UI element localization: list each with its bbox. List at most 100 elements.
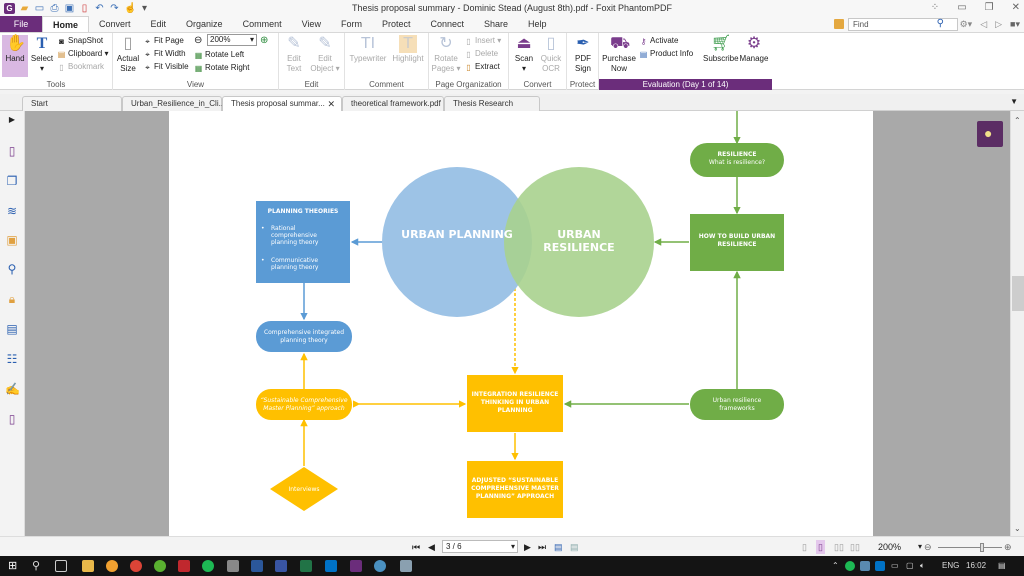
word-icon[interactable] [251, 560, 263, 572]
foxit-taskbar-icon[interactable] [350, 560, 362, 572]
rotate-right-button[interactable]: ▦ Rotate Right [194, 62, 250, 73]
forward-arrow-icon[interactable]: ▷ [995, 19, 1002, 30]
rotate-left-button[interactable]: ▦ Rotate Left [194, 49, 244, 60]
zoom-in-icon[interactable]: ⊕ [1004, 540, 1012, 554]
scroll-down-icon[interactable]: ⌄ [1014, 524, 1021, 533]
scan-button[interactable]: ⏏ Scan ▾ [511, 35, 537, 74]
tab-help[interactable]: Help [518, 16, 557, 32]
battery-icon[interactable]: ▭ [891, 560, 899, 572]
globe-icon[interactable] [374, 560, 386, 572]
app-icon[interactable] [106, 560, 118, 572]
select-button[interactable]: T Select ▾ [29, 35, 55, 74]
print-icon[interactable]: ⎙ [49, 3, 60, 14]
close-tab-icon[interactable]: ✕ [327, 97, 335, 111]
typewriter-button[interactable]: TI Typewriter [347, 35, 389, 64]
purchase-now-button[interactable]: ⛟ Purchase Now [601, 35, 637, 74]
windows-start-icon[interactable]: ⊞ [8, 560, 20, 572]
task-view-icon[interactable] [55, 560, 67, 572]
hand-tool-icon[interactable]: ☝ [124, 3, 136, 14]
new-icon[interactable]: ▯ [79, 3, 90, 14]
doc-tab-theoretical-framework[interactable]: theoretical framework.pdf [342, 96, 444, 111]
network-icon[interactable]: ▢ [906, 560, 914, 572]
zoom-select[interactable]: 200% ▾ [207, 34, 257, 46]
language-indicator[interactable]: ENG [942, 560, 959, 572]
chrome-icon[interactable] [130, 560, 142, 572]
undo-icon[interactable]: ↶ [94, 3, 105, 14]
tab-share[interactable]: Share [474, 16, 518, 32]
doc-tab-start[interactable]: Start [22, 96, 122, 111]
doc-tab-thesis-research[interactable]: Thesis Research Protoc... [444, 96, 540, 122]
fields-icon[interactable]: ☷ [5, 352, 19, 366]
tab-organize[interactable]: Organize [176, 16, 233, 32]
tab-home[interactable]: Home [42, 16, 90, 32]
zoom-out-icon[interactable]: ⊖ [194, 35, 202, 46]
outlook-icon[interactable] [325, 560, 337, 572]
activate-button[interactable]: ⚷ Activate [639, 35, 679, 46]
show-hidden-icons[interactable]: ⌃ [832, 560, 839, 572]
file-explorer-icon[interactable] [82, 560, 94, 572]
expand-panel-icon[interactable]: ▶ [5, 113, 19, 127]
security-lock-icon[interactable]: 🔒︎ [5, 292, 19, 306]
fit-page-button[interactable]: ⌖ Fit Page [143, 35, 184, 46]
previous-page-icon[interactable]: ◀ [428, 540, 435, 554]
single-page-icon[interactable]: ▯ [802, 540, 807, 554]
close-button[interactable]: ✕ [1012, 2, 1020, 13]
open-icon[interactable]: ▰ [19, 3, 30, 14]
attachments-icon[interactable]: ⚲ [5, 262, 19, 276]
product-info-button[interactable]: ▤ Product Info [639, 48, 693, 59]
tab-file[interactable]: File [0, 16, 42, 32]
settings-gear-icon[interactable]: ⚙▾ [960, 19, 973, 30]
last-page-icon[interactable]: ⏭ [538, 540, 546, 554]
tray-app-icon[interactable] [860, 561, 870, 571]
zoom-dropdown-icon[interactable]: ▾ [918, 540, 922, 554]
tab-view[interactable]: View [292, 16, 331, 32]
highlight-button[interactable]: T Highlight [389, 35, 427, 64]
back-arrow-icon[interactable]: ◁ [980, 19, 987, 30]
facing-page-icon[interactable]: ▯▯ [834, 540, 844, 554]
ribbon-display-icon[interactable]: ⁘ [931, 2, 939, 13]
find-folder-icon[interactable] [834, 19, 844, 29]
manage-button[interactable]: ⚙ Manage [738, 35, 770, 64]
bookmarks-icon[interactable]: ▯ [5, 144, 19, 158]
utorrent-icon[interactable] [154, 560, 166, 572]
excel-icon[interactable] [300, 560, 312, 572]
foxit-logo-icon[interactable]: G [4, 3, 15, 14]
search-icon[interactable]: ⚲ [937, 18, 944, 29]
redo-icon[interactable]: ↷ [109, 3, 120, 14]
zoom-slider-thumb[interactable] [980, 543, 984, 552]
continuous-facing-icon[interactable]: ▯▯ [850, 540, 860, 554]
tab-edit[interactable]: Edit [141, 16, 177, 32]
volume-icon[interactable]: 🔈︎ [920, 560, 925, 572]
restore-button[interactable]: ❐ [985, 2, 994, 13]
spotify-icon[interactable] [202, 560, 214, 572]
zoom-out-icon[interactable]: ⊖ [924, 540, 932, 554]
fit-visible-button[interactable]: ⌖ Fit Visible [143, 61, 188, 72]
layers-icon[interactable]: ≋ [5, 204, 19, 218]
destinations-icon[interactable]: ▯ [5, 412, 19, 426]
hand-button[interactable]: ✋ Hand [2, 35, 28, 77]
tab-list-dropdown-icon[interactable]: ▼ [1010, 97, 1018, 106]
next-view-icon[interactable]: ▤ [570, 540, 579, 554]
edit-text-button[interactable]: ✎ Edit Text [281, 35, 307, 74]
outlook-tray-icon[interactable] [875, 561, 885, 571]
clipboard-button[interactable]: ▤ Clipboard ▾ [57, 48, 109, 59]
previous-view-icon[interactable]: ▤ [554, 540, 563, 554]
mendeley-icon[interactable] [178, 560, 190, 572]
document-viewport[interactable]: URBAN PLANNING URBAN RESILIENCE RESILIEN… [25, 111, 1010, 536]
subscribe-button[interactable]: 🛒︎ Subscribe [703, 35, 739, 64]
delete-button[interactable]: ▯ Delete [464, 48, 498, 59]
tab-form[interactable]: Form [331, 16, 372, 32]
continuous-page-icon[interactable]: ▯ [816, 540, 825, 554]
signatures-icon[interactable]: ✍ [5, 382, 20, 396]
scrollbar-thumb[interactable] [1012, 276, 1024, 311]
search-icon[interactable]: ⚲ [32, 560, 44, 572]
user-account-icon[interactable]: ■▾ [1010, 19, 1020, 30]
minimize-button[interactable]: ▭ [957, 2, 966, 13]
visio-icon[interactable] [275, 560, 287, 572]
rotate-pages-button[interactable]: ↻ Rotate Pages ▾ [431, 35, 461, 74]
tips-button[interactable]: ● [977, 121, 1003, 147]
vertical-scrollbar[interactable]: ⌃ ⌄ [1010, 111, 1024, 536]
next-page-icon[interactable]: ▶ [524, 540, 531, 554]
scroll-up-icon[interactable]: ⌃ [1014, 116, 1021, 125]
tab-comment[interactable]: Comment [233, 16, 292, 32]
